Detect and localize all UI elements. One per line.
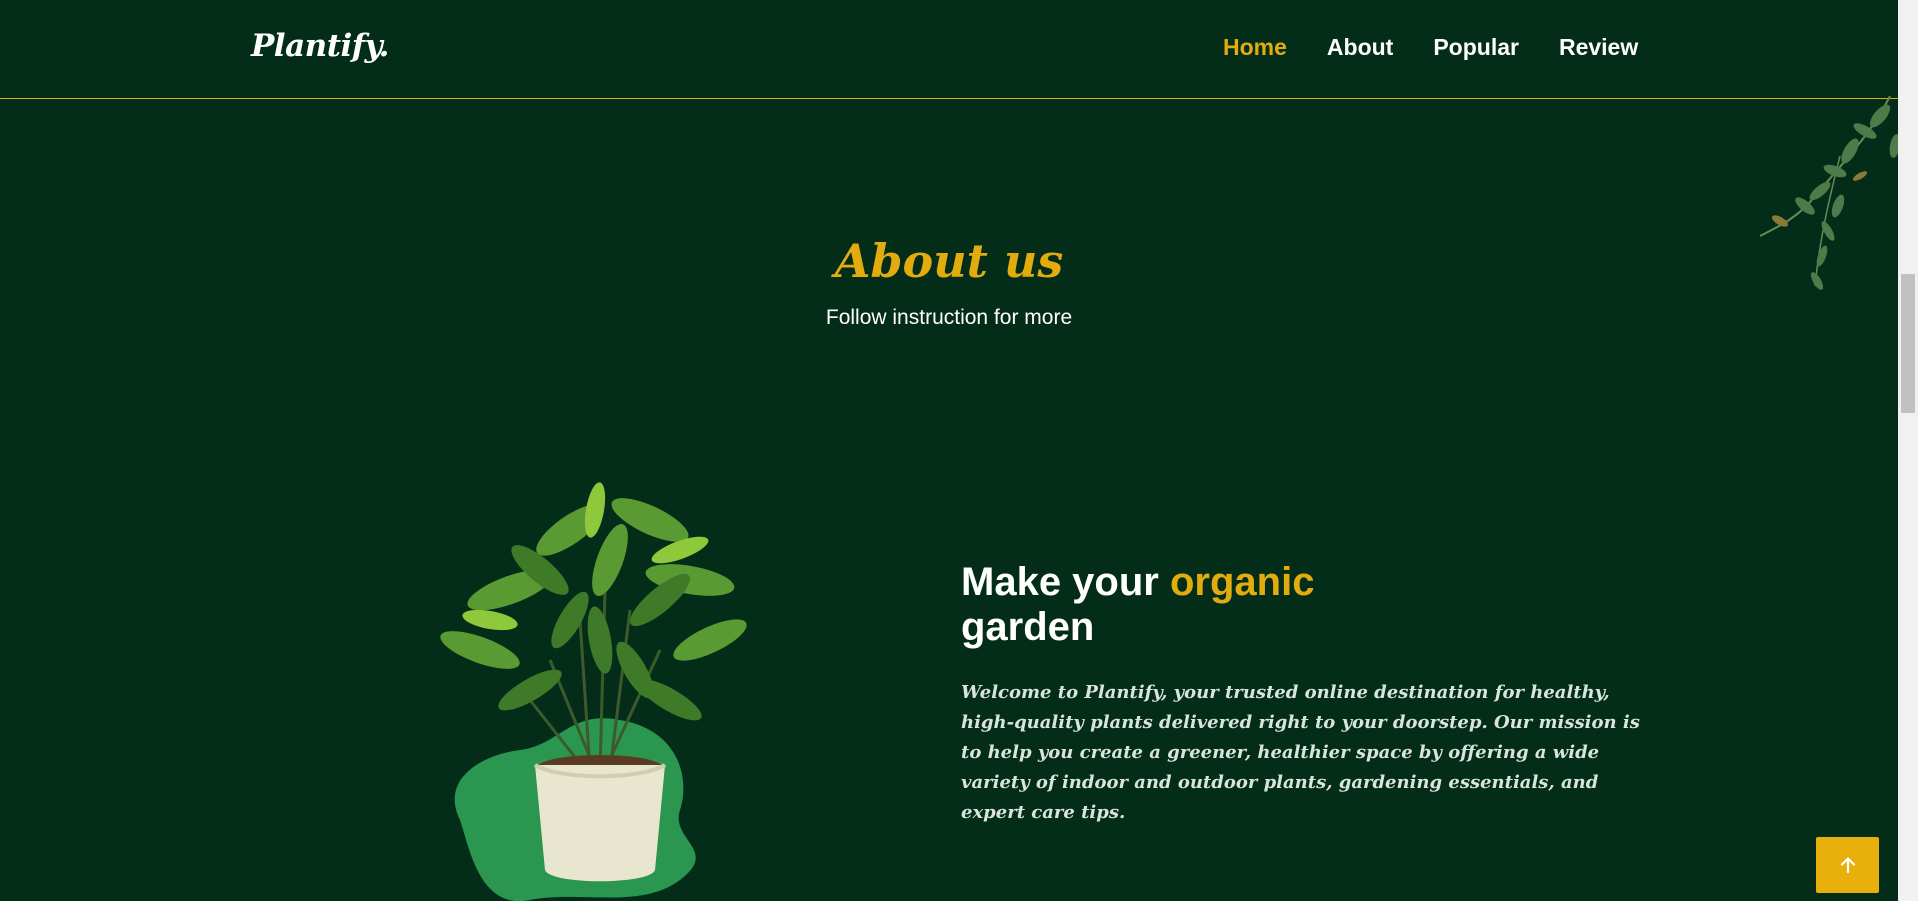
headline-accent: organic: [1169, 560, 1315, 604]
site-header: Plantify. Home About Popular Review: [0, 0, 1898, 99]
nav-popular[interactable]: Popular: [1433, 34, 1519, 61]
nav-review[interactable]: Review: [1559, 34, 1638, 61]
headline-part2: garden: [961, 605, 1095, 649]
nav-about[interactable]: About: [1327, 34, 1393, 61]
about-subtitle: Follow instruction for more: [825, 306, 1073, 329]
main-nav: Home About Popular Review: [1223, 34, 1638, 61]
potted-plant-icon: [440, 482, 747, 901]
nav-home[interactable]: Home: [1223, 34, 1287, 61]
about-description: Welcome to Plantify, your trusted online…: [961, 682, 1640, 823]
headline-part1: Make your: [961, 560, 1170, 604]
page-scrollbar[interactable]: [1898, 0, 1918, 901]
scrollbar-thumb[interactable]: [1901, 274, 1915, 413]
about-title: About us: [834, 234, 1064, 288]
logo[interactable]: Plantify.: [251, 28, 389, 64]
section-headline: Make your organic garden: [961, 560, 1314, 650]
scroll-to-top-button[interactable]: [1816, 837, 1879, 893]
arrow-up-icon: [1840, 857, 1855, 874]
